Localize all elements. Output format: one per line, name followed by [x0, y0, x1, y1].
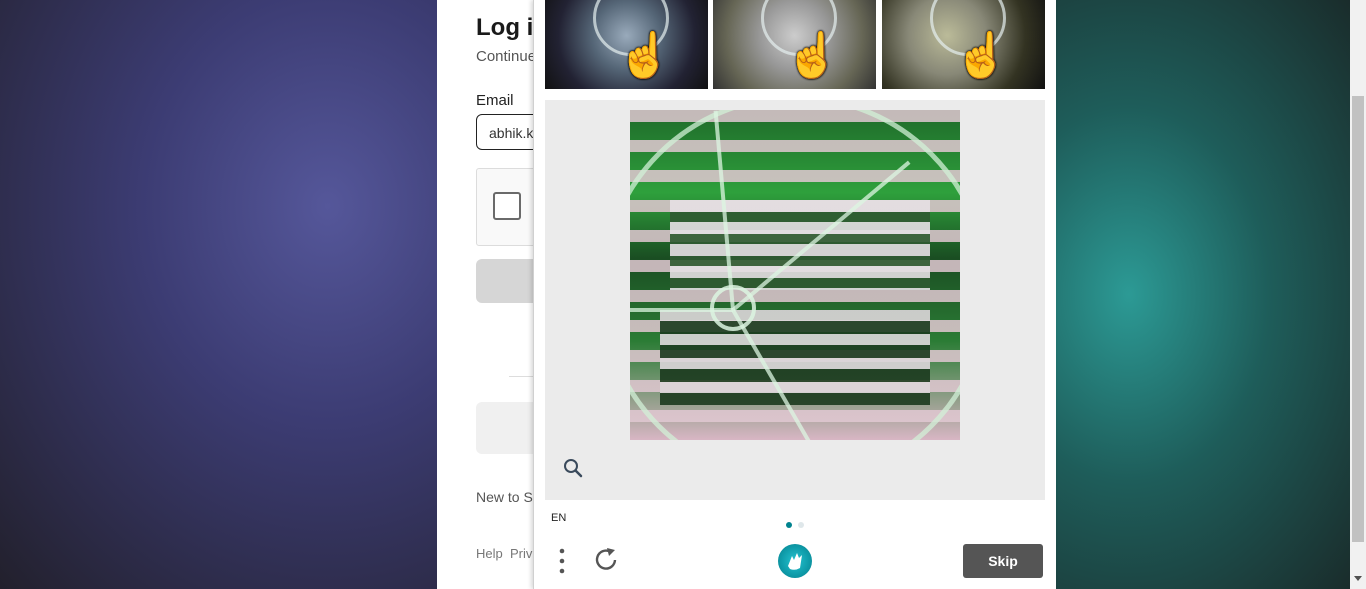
hand-pointer-icon: ☝	[617, 31, 672, 80]
page-indicator	[786, 515, 810, 533]
hcaptcha-logo-icon[interactable]	[778, 544, 812, 578]
hand-pointer-icon: ☝	[954, 31, 1009, 80]
language-selector[interactable]: EN	[551, 512, 566, 524]
hand-pointer-icon: ☝	[785, 31, 840, 80]
example-image-2: ☝	[713, 0, 876, 89]
background-right	[1055, 0, 1350, 589]
example-image-1: ☝	[545, 0, 708, 89]
menu-icon[interactable]	[556, 547, 568, 575]
zoom-icon[interactable]	[563, 458, 583, 478]
captcha-challenge: ☝ ☝ ☝ EN Skip	[533, 0, 1056, 589]
captcha-checkbox[interactable]	[493, 192, 521, 220]
challenge-image[interactable]	[630, 110, 960, 440]
refresh-icon[interactable]	[593, 546, 621, 574]
signup-prompt: New to S	[476, 489, 533, 505]
page-subtitle: Continue	[476, 48, 537, 65]
help-link[interactable]: Help	[476, 546, 503, 561]
background-left	[0, 0, 437, 589]
page-dot	[798, 522, 804, 528]
scrollbar[interactable]	[1350, 0, 1366, 589]
page-title: Log i	[476, 14, 534, 41]
example-image-3: ☝	[882, 0, 1045, 89]
scroll-down-arrow-icon[interactable]	[1354, 576, 1362, 581]
email-label: Email	[476, 92, 514, 109]
page-dot-active	[786, 522, 792, 528]
scrollbar-thumb[interactable]	[1352, 96, 1364, 542]
skip-button[interactable]: Skip	[963, 544, 1043, 578]
task-panel	[545, 100, 1045, 500]
